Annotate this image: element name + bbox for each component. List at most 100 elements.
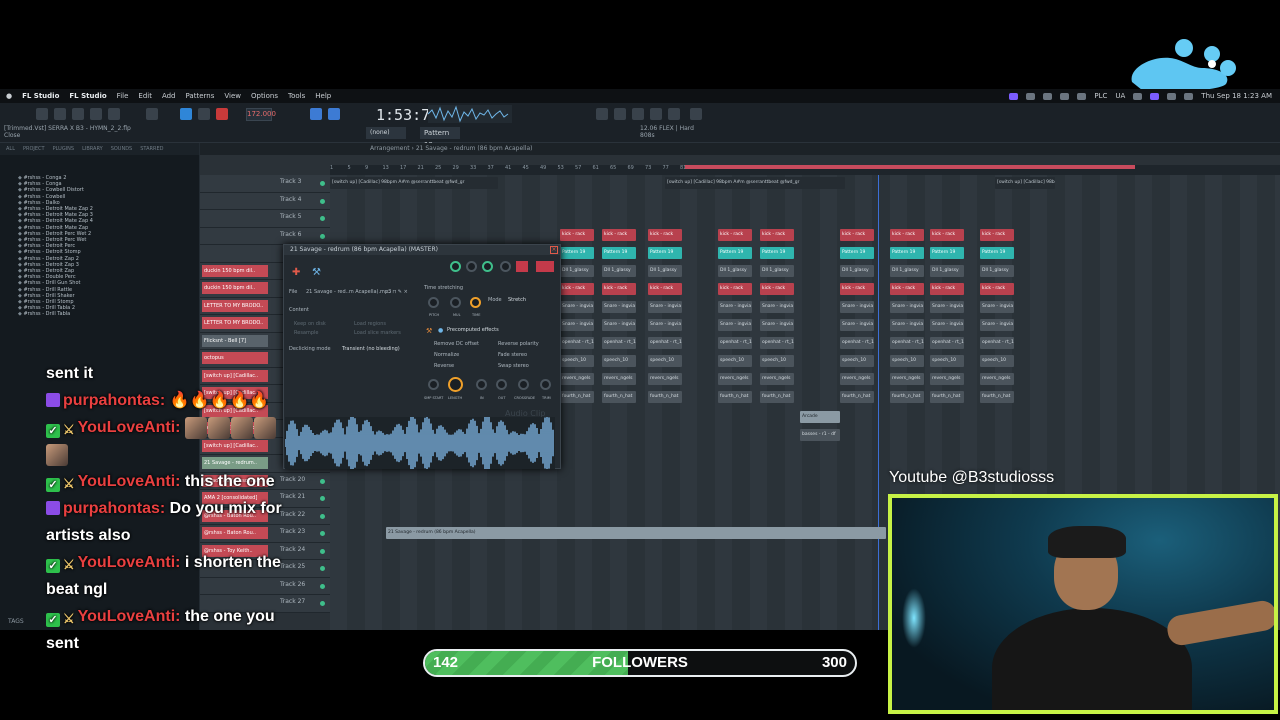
menu-app-name[interactable]: FL Studio	[22, 92, 59, 100]
in-knob[interactable]	[476, 379, 487, 390]
playlist-clip[interactable]: fourth_n_hat	[560, 391, 594, 403]
screen-record-icon[interactable]	[1009, 92, 1019, 100]
playlist-clip[interactable]: Dll 1_glassy	[760, 265, 794, 277]
playlist-clip[interactable]: Dll 1_glassy	[980, 265, 1014, 277]
playlist-clip[interactable]: Snare - ingvia	[890, 319, 924, 331]
input-language[interactable]: UA	[1115, 92, 1125, 100]
playlist-clip[interactable]: kick - rack	[760, 283, 794, 295]
playlist-clip[interactable]: Dll 1_glassy	[890, 265, 924, 277]
tray-icon-3[interactable]	[1060, 92, 1070, 100]
playlist-clip[interactable]: revers_ngels	[890, 373, 924, 385]
playlist-clip[interactable]: Dll 1_glassy	[718, 265, 752, 277]
track-indicator[interactable]	[536, 261, 554, 272]
menu-help[interactable]: Help	[315, 92, 331, 100]
tags-label[interactable]: TAGS	[8, 618, 24, 625]
playlist-clip[interactable]: Snare - ingvia	[840, 301, 874, 313]
playlist-clip[interactable]: kick - rack	[560, 283, 594, 295]
playlist-clip[interactable]: revers_ngels	[602, 373, 636, 385]
menu-options[interactable]: Options	[251, 92, 278, 100]
playlist-clip[interactable]: fourth_n_hat	[602, 391, 636, 403]
track-name[interactable]: Track 6	[280, 231, 301, 238]
playlist-clip[interactable]: kick - rack	[648, 229, 682, 241]
playlist-clip[interactable]: kick - rack	[840, 229, 874, 241]
plugin-icon[interactable]	[690, 108, 702, 120]
menubar-clock[interactable]: Thu Sep 18 1:23 AM	[1201, 92, 1272, 100]
playlist-clip[interactable]: Snare - ingvia	[760, 319, 794, 331]
playlist-clip[interactable]: Snare - ingvia	[840, 319, 874, 331]
trim-knob[interactable]	[540, 379, 551, 390]
playlist-clip[interactable]: Pattern 19	[602, 247, 636, 259]
playlist-clip[interactable]: revers_ngels	[760, 373, 794, 385]
chat-username[interactable]: YouLoveAnti:	[78, 608, 185, 625]
load-regions-option[interactable]: Load regions	[354, 321, 386, 327]
waveform-tool-icon[interactable]: ✚	[292, 267, 300, 278]
pitch-knob[interactable]	[500, 261, 511, 272]
stretch-pitch-knob[interactable]	[428, 297, 439, 308]
playlist-clip[interactable]: fourth_n_hat	[718, 391, 752, 403]
playlist-clip[interactable]: Dll 1_glassy	[840, 265, 874, 277]
playlist-clip[interactable]: Snare - ingvia	[718, 319, 752, 331]
track-name[interactable]: Track 5	[280, 213, 301, 220]
playlist-clip[interactable]: openhat - rt_10	[718, 337, 752, 349]
playlist-clip[interactable]: [switch up] [Cadillac] 98bpm A#m @serran…	[330, 177, 498, 189]
playlist-clip[interactable]: kick - rack	[718, 283, 752, 295]
playlist-clip[interactable]: speech_10	[840, 355, 874, 367]
menu-add[interactable]: Add	[162, 92, 176, 100]
close-icon[interactable]: ×	[550, 246, 558, 254]
browser-tab-project[interactable]: PROJECT	[23, 146, 45, 152]
playlist-clip[interactable]: Snare - ingvia	[560, 319, 594, 331]
track-mute-led[interactable]	[320, 548, 325, 554]
playlist-clip[interactable]: basses - r1 - df	[800, 429, 840, 441]
out-knob[interactable]	[496, 379, 507, 390]
snap-select[interactable]: (none)	[366, 127, 406, 139]
mixer-icon[interactable]	[614, 108, 626, 120]
playlist-clip[interactable]: openhat - rt_10	[760, 337, 794, 349]
browser-tab-starred[interactable]: STARRED	[140, 146, 163, 152]
dialog-title-bar[interactable]: 21 Savage - redrum (86 bpm Acapella) (MA…	[284, 245, 560, 255]
playlist-clip[interactable]: kick - rack	[890, 283, 924, 295]
playlist-clip[interactable]: openhat - rt_10	[930, 337, 964, 349]
fx-remove-dc[interactable]: Remove DC offset	[434, 341, 479, 347]
playlist-clip[interactable]: Snare - ingvia	[718, 301, 752, 313]
playlist-clip[interactable]: Dll 1_glassy	[602, 265, 636, 277]
playlist-clip[interactable]: speech_10	[760, 355, 794, 367]
browser-item[interactable]: #rshss - Drill Tabla	[18, 311, 199, 317]
cpu-icon[interactable]	[596, 108, 608, 120]
channel-button[interactable]: LETTER TO MY BRODO..	[202, 299, 268, 312]
playlist-clip[interactable]: Pattern 19	[980, 247, 1014, 259]
playlist-clip[interactable]: kick - rack	[930, 283, 964, 295]
playlist-clip[interactable]: kick - rack	[602, 229, 636, 241]
playlist-clip[interactable]: speech_10	[980, 355, 1014, 367]
control-center-icon[interactable]	[1150, 92, 1160, 100]
menu-tools[interactable]: Tools	[288, 92, 305, 100]
fx-swap-stereo[interactable]: Swap stereo	[498, 363, 529, 369]
tray-icon-1[interactable]	[1026, 92, 1036, 100]
playlist-clip[interactable]: Snare - ingvia	[602, 301, 636, 313]
chat-username[interactable]: YouLoveAnti:	[78, 473, 185, 490]
tempo-display[interactable]: 172.000	[246, 108, 276, 121]
metronome-icon[interactable]	[328, 108, 340, 120]
mix-knob[interactable]	[482, 261, 493, 272]
playlist-clip[interactable]: revers_ngels	[560, 373, 594, 385]
playlist-clip[interactable]: Dll 1_glassy	[560, 265, 594, 277]
track-mute-led[interactable]	[320, 478, 325, 484]
smp-start-knob[interactable]	[428, 379, 439, 390]
playlist-clip[interactable]: Snare - ingvia	[980, 301, 1014, 313]
snap-icon[interactable]	[310, 108, 322, 120]
playlist-clip[interactable]: kick - rack	[980, 283, 1014, 295]
track-mute-led[interactable]	[320, 583, 325, 589]
pan-knob[interactable]	[466, 261, 477, 272]
browser-icon[interactable]	[668, 108, 680, 120]
file-name[interactable]: 21 Savage - red..m Acapella).mp3	[306, 289, 391, 295]
chat-username[interactable]: YouLoveAnti:	[78, 419, 185, 436]
playlist-clip[interactable]: Snare - ingvia	[890, 301, 924, 313]
playlist-clip[interactable]: fourth_n_hat	[930, 391, 964, 403]
timeline-ruler[interactable]: 1591317212529333741454953576165697377818…	[330, 165, 1280, 175]
playlist-clip[interactable]: Pattern 19	[560, 247, 594, 259]
undo-icon[interactable]	[90, 108, 102, 120]
browser-tab-plugins[interactable]: PLUGINS	[53, 146, 74, 152]
playlist-clip[interactable]: kick - rack	[890, 229, 924, 241]
menu-view[interactable]: View	[224, 92, 241, 100]
menu-patterns[interactable]: Patterns	[186, 92, 215, 100]
playlist-clip[interactable]: Pattern 19	[840, 247, 874, 259]
